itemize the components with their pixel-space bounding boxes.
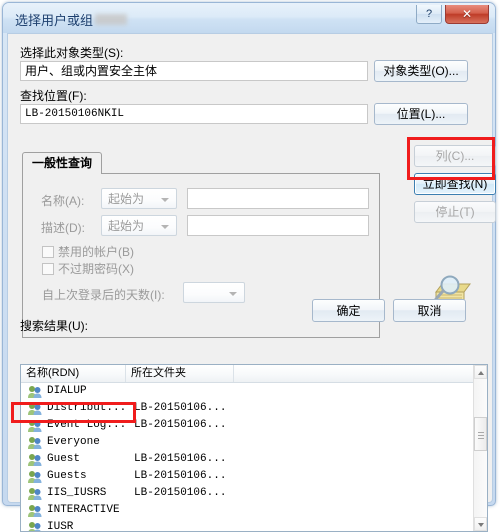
- column-header-extra[interactable]: [234, 365, 475, 382]
- help-button[interactable]: ?: [416, 5, 442, 24]
- ok-button[interactable]: 确定: [312, 299, 385, 322]
- title-bar: 选择用户或组 ? ✕: [3, 3, 495, 33]
- user-group-icon: [27, 419, 43, 433]
- window-title: 选择用户或组: [15, 13, 94, 28]
- disabled-accounts-checkbox[interactable]: [42, 246, 54, 258]
- description-label: 描述(D):: [41, 221, 85, 235]
- row-folder: LB-20150106...: [134, 470, 227, 482]
- dialog-body: 选择此对象类型(S): 用户、组或内置安全主体 对象类型(O)... 查找位置(…: [7, 33, 496, 532]
- row-name: Distribut...: [47, 402, 127, 414]
- title-redaction-blur: [95, 14, 127, 25]
- chevron-down-icon: [161, 225, 169, 229]
- description-condition-combo[interactable]: 起始为: [101, 215, 177, 236]
- name-condition-combo[interactable]: 起始为: [101, 188, 177, 209]
- user-group-icon: [27, 487, 43, 501]
- chevron-up-icon: [478, 371, 484, 375]
- object-type-button[interactable]: 对象类型(O)...: [374, 60, 468, 82]
- name-condition-value: 起始为: [108, 192, 145, 206]
- row-name: INTERACTIVE: [47, 504, 120, 516]
- user-group-icon: [27, 504, 43, 518]
- row-name: Everyone: [47, 436, 100, 448]
- tab-common-queries[interactable]: 一般性查询: [22, 152, 103, 174]
- user-group-icon: [27, 470, 43, 484]
- user-group-icon: [27, 521, 43, 531]
- scrollbar-thumb[interactable]: [474, 417, 487, 451]
- table-row[interactable]: Event Log... LB-20150106...: [21, 417, 476, 434]
- chevron-down-icon: [229, 292, 237, 296]
- user-group-icon: [27, 385, 43, 399]
- row-name: DIALUP: [47, 385, 87, 397]
- select-users-or-groups-dialog: 选择用户或组 ? ✕ 选择此对象类型(S): 用户、组或内置安全主体 对象类型(…: [2, 2, 496, 532]
- table-row[interactable]: INTERACTIVE: [21, 502, 476, 519]
- description-condition-value: 起始为: [108, 219, 145, 233]
- scroll-down-button[interactable]: [474, 517, 487, 531]
- row-name: IIS_IUSRS: [47, 487, 107, 499]
- row-name: IUSR: [47, 521, 74, 532]
- table-row[interactable]: Guest LB-20150106...: [21, 451, 476, 468]
- user-group-icon: [27, 436, 43, 450]
- find-now-button[interactable]: 立即查找(N): [414, 173, 496, 195]
- column-header-folder[interactable]: 所在文件夹: [126, 365, 234, 382]
- table-row[interactable]: IIS_IUSRS LB-20150106...: [21, 485, 476, 502]
- row-folder: LB-20150106...: [134, 402, 227, 414]
- location-button[interactable]: 位置(L)...: [374, 103, 468, 125]
- scroll-up-button[interactable]: [474, 365, 487, 379]
- location-field[interactable]: LB-20150106NKIL: [20, 104, 368, 124]
- stop-button[interactable]: 停止(T): [414, 201, 496, 223]
- row-name: Guests: [47, 470, 87, 482]
- columns-button[interactable]: 列(C)...: [414, 145, 496, 167]
- user-group-icon: [27, 453, 43, 467]
- chevron-down-icon: [478, 523, 484, 527]
- table-row[interactable]: Everyone: [21, 434, 476, 451]
- search-results-list[interactable]: 名称(RDN) 所在文件夹 DIALUP Distribut... LB-20150…: [20, 364, 488, 532]
- search-results-label: 搜索结果(U):: [20, 319, 88, 333]
- table-row[interactable]: Distribut... LB-20150106...: [21, 400, 476, 417]
- row-folder: LB-20150106...: [134, 487, 227, 499]
- description-input[interactable]: [187, 215, 369, 236]
- results-column-header: 名称(RDN) 所在文件夹: [21, 365, 487, 383]
- table-row[interactable]: Guests LB-20150106...: [21, 468, 476, 485]
- object-type-field[interactable]: 用户、组或内置安全主体: [20, 61, 368, 81]
- results-vertical-scrollbar[interactable]: [473, 365, 487, 531]
- row-name: Guest: [47, 453, 81, 465]
- non-expiring-password-checkbox[interactable]: [42, 263, 54, 275]
- location-label: 查找位置(F):: [20, 89, 87, 103]
- row-folder: LB-20150106...: [134, 419, 227, 431]
- user-group-icon: [27, 402, 43, 416]
- table-row[interactable]: IUSR: [21, 519, 476, 532]
- days-since-logon-combo[interactable]: [183, 282, 245, 303]
- chevron-down-icon: [161, 198, 169, 202]
- object-type-label: 选择此对象类型(S):: [20, 46, 124, 60]
- column-header-name[interactable]: 名称(RDN): [21, 365, 126, 382]
- days-since-logon-label: 自上次登录后的天数(I):: [42, 288, 165, 302]
- cancel-button[interactable]: 取消: [393, 299, 466, 322]
- table-row[interactable]: DIALUP: [21, 383, 476, 400]
- close-button[interactable]: ✕: [445, 5, 489, 24]
- name-label: 名称(A):: [41, 194, 85, 208]
- name-input[interactable]: [187, 188, 369, 209]
- disabled-accounts-label: 禁用的帐户(B): [58, 245, 134, 259]
- row-name: Event Log...: [47, 419, 127, 431]
- row-folder: LB-20150106...: [134, 453, 227, 465]
- non-expiring-password-label: 不过期密码(X): [58, 262, 134, 276]
